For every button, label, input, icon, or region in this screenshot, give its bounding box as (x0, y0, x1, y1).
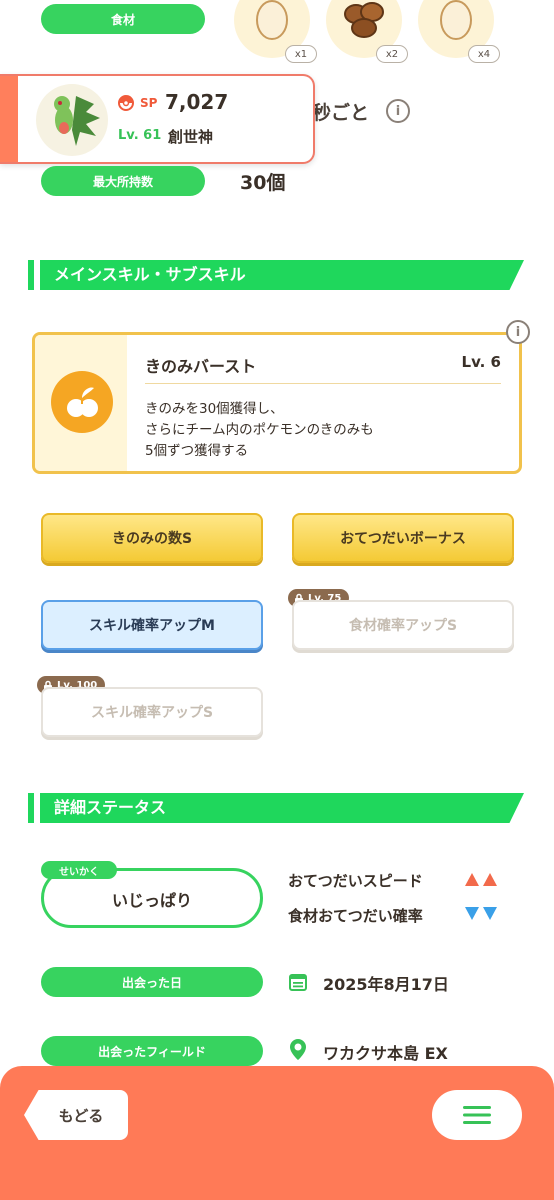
max-carry-label: 最大所持数 (41, 166, 205, 196)
main-skill-desc-2: さらにチーム内のポケモンのきのみも (145, 422, 374, 438)
sub-skill-ingredient-finder-s[interactable]: 食材確率アップS (292, 600, 514, 650)
ingredient-label: 食材 (41, 4, 205, 34)
pokeball-icon (118, 95, 134, 111)
menu-button[interactable] (432, 1090, 522, 1140)
met-field-label: 出会ったフィールド (41, 1036, 263, 1066)
sub-skill-helping-bonus[interactable]: おてつだいボーナス (292, 513, 514, 563)
main-skill-info-icon[interactable]: i (506, 320, 530, 344)
met-date-value: 2025年8月17日 (323, 975, 449, 994)
met-field-value: ワカクサ本島 EX (323, 1044, 448, 1063)
main-skill-card[interactable]: きのみバースト Lv. 6 きのみを30個獲得し、 さらにチーム内のポケモンのき… (32, 332, 522, 474)
nature-tag: せいかく (41, 861, 117, 879)
main-skill-divider (145, 383, 501, 384)
details-section-title: 詳細ステータス (54, 798, 167, 817)
main-skill-name: きのみバースト (145, 357, 257, 376)
ingredient-count-3: x4 (468, 45, 500, 63)
main-skill-desc-1: きのみを30個獲得し、 (145, 401, 284, 417)
sub-skill-skill-trigger-m[interactable]: スキル確率アップM (41, 600, 263, 650)
stat-up-arrows-icon (465, 873, 497, 886)
help-frequency-text: 秒ごと (312, 102, 370, 124)
location-pin-icon (290, 1039, 306, 1060)
card-accent-stripe (0, 76, 18, 162)
pokemon-summary-card[interactable]: SP 7,027 Lv. 61 創世神 (0, 74, 315, 164)
sub-skill-skill-trigger-s[interactable]: スキル確率アップS (41, 687, 263, 737)
pokemon-title: 創世神 (168, 128, 214, 146)
main-skill-desc-3: 5個ずつ獲得する (145, 443, 249, 459)
back-button-label: もどる (58, 1106, 104, 1125)
skills-section-header: メインスキル・サブスキル (28, 260, 524, 290)
details-section-header: 詳細ステータス (28, 793, 524, 823)
sp-value: 7,027 (165, 90, 229, 114)
calendar-icon (289, 974, 307, 991)
main-skill-level: Lv. 6 (461, 353, 501, 371)
main-skill-icon-panel (35, 335, 127, 471)
pokemon-level: Lv. 61 (118, 128, 162, 143)
hamburger-menu-icon (463, 1106, 491, 1124)
ingredient-count-1: x1 (285, 45, 317, 63)
stat-down-arrows-icon (465, 907, 497, 920)
max-carry-value: 30個 (240, 172, 286, 194)
back-button[interactable]: もどる (24, 1090, 128, 1140)
met-date-label: 出会った日 (41, 967, 263, 997)
berry-burst-icon (51, 371, 113, 433)
sp-label: SP (140, 96, 158, 110)
info-icon[interactable]: i (386, 99, 410, 123)
nature-value: いじっぱり (111, 891, 192, 910)
sub-skill-berry-count-s[interactable]: きのみの数S (41, 513, 263, 563)
nature-down-label: 食材おてつだい確率 (288, 907, 423, 925)
ingredient-count-2: x2 (376, 45, 408, 63)
pokemon-sprite (36, 84, 108, 156)
skills-section-title: メインスキル・サブスキル (54, 265, 246, 284)
nature-up-label: おてつだいスピード (288, 872, 423, 890)
